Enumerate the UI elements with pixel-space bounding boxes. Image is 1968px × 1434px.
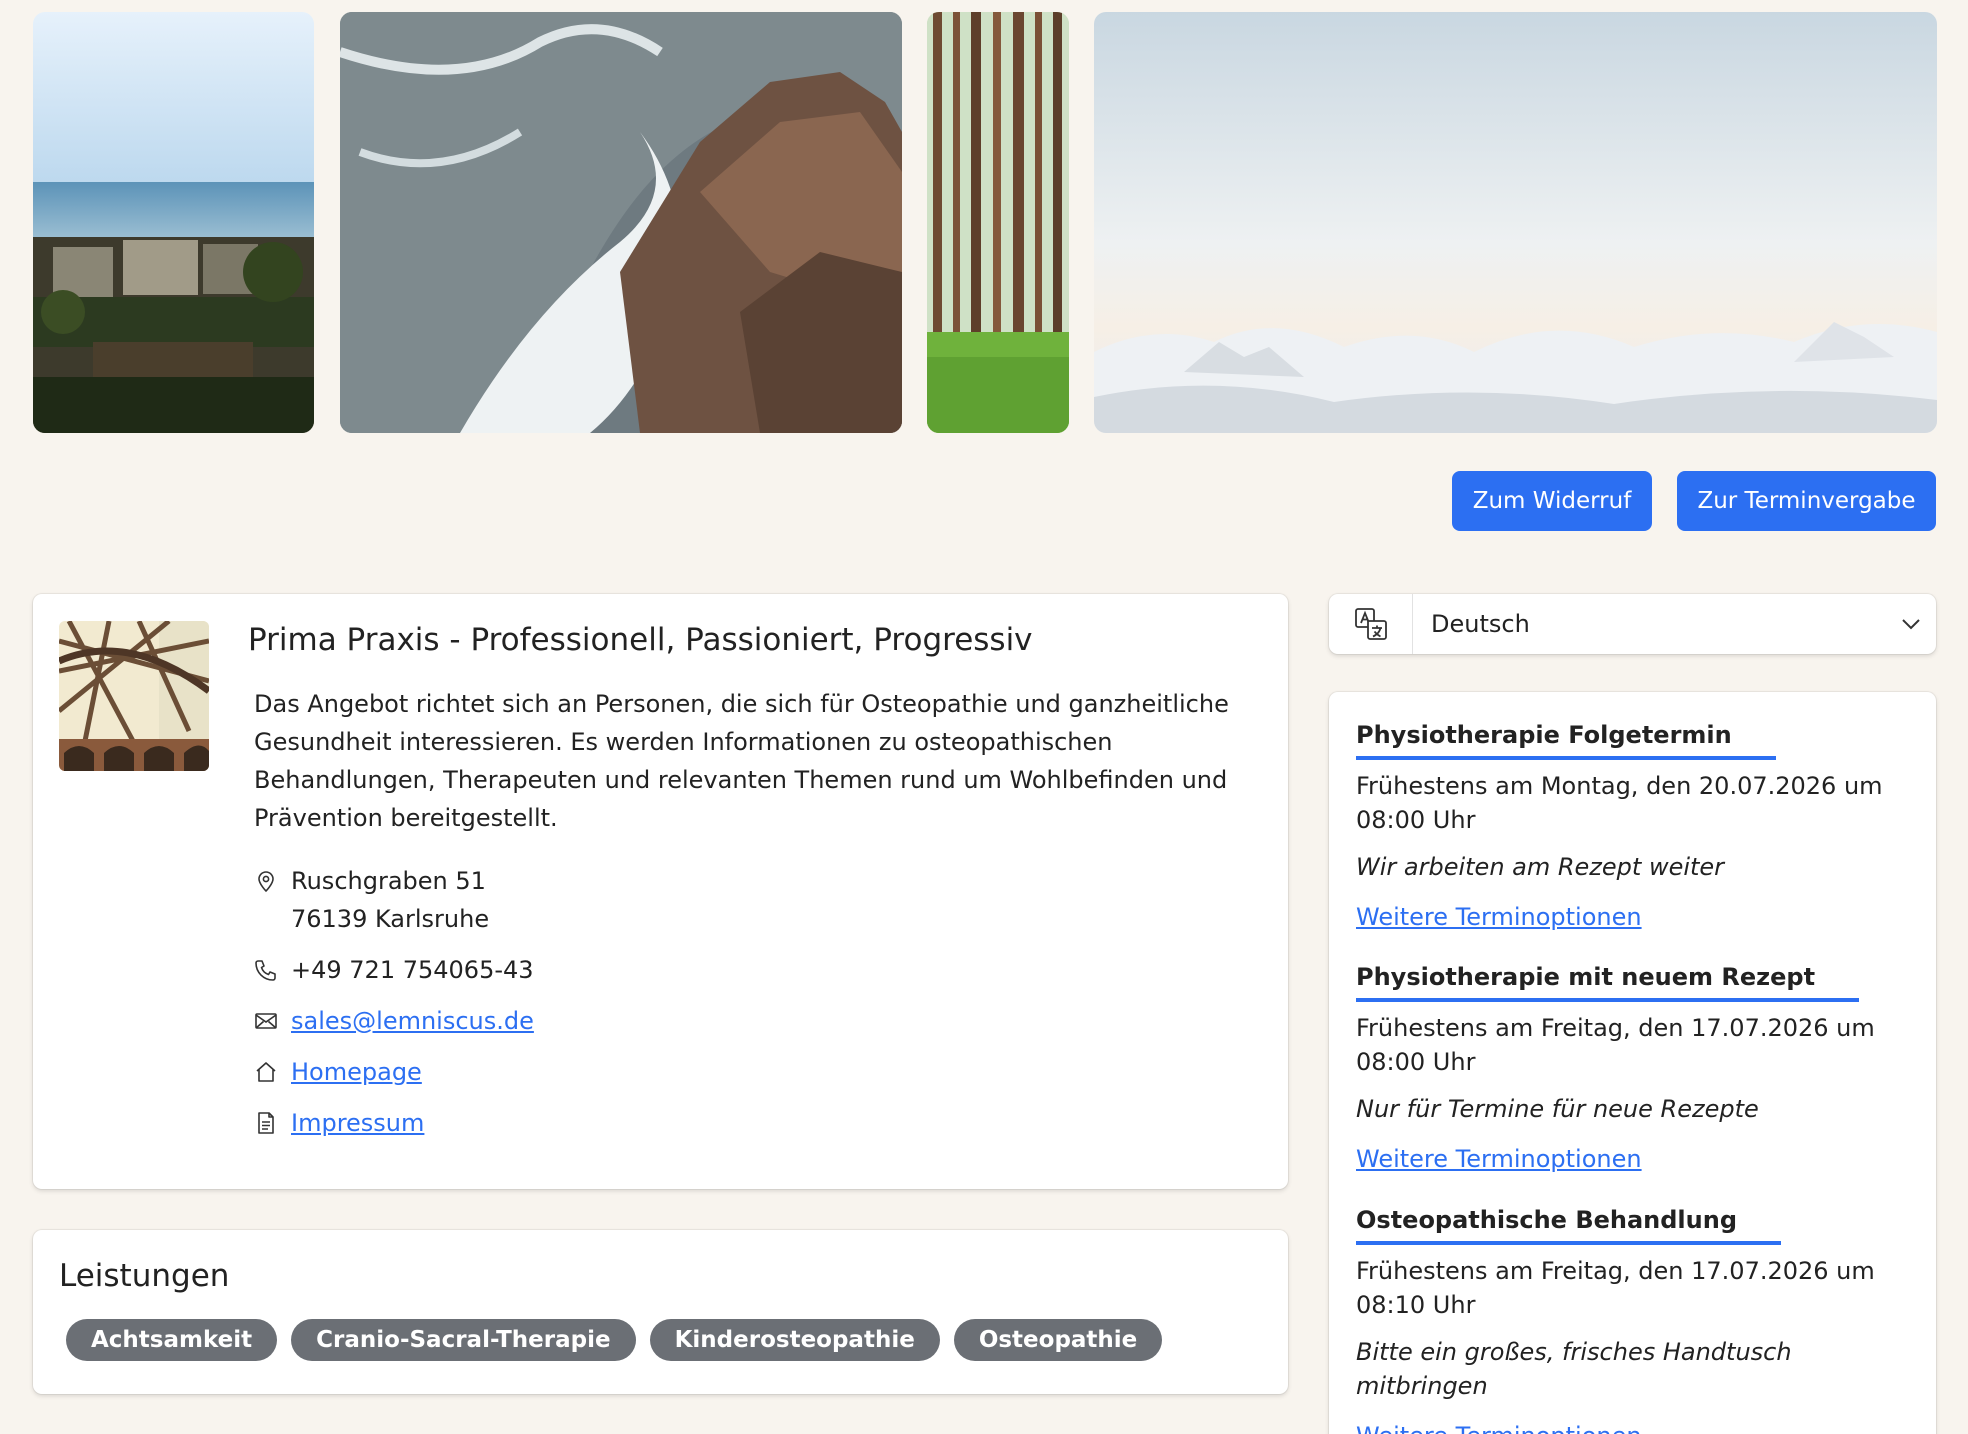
terminvergabe-button[interactable]: Zur Terminvergabe xyxy=(1677,471,1936,531)
home-icon xyxy=(254,1053,291,1091)
appointment-title: Osteopathische Behandlung xyxy=(1356,1204,1782,1245)
appointment-item: Osteopathische Behandlung Frühestens am … xyxy=(1356,1204,1911,1434)
phone-icon xyxy=(254,951,291,989)
mail-icon xyxy=(254,1002,291,1040)
appointment-note: Wir arbeiten am Rezept weiter xyxy=(1356,853,1725,881)
homepage-row: Homepage xyxy=(254,1053,422,1091)
location-pin-icon xyxy=(254,862,291,900)
appointment-title: Physiotherapie mit neuem Rezept xyxy=(1356,961,1860,1002)
language-select[interactable]: Deutsch xyxy=(1329,594,1936,654)
forest-photo xyxy=(927,12,1069,433)
coast-photo xyxy=(33,12,314,433)
practice-title: Prima Praxis - Professionell, Passionier… xyxy=(248,622,1033,658)
services-title: Leistungen xyxy=(59,1258,230,1294)
appointment-note: Bitte ein großes, frisches Handtusch mit… xyxy=(1356,1338,1792,1400)
document-icon xyxy=(254,1104,291,1142)
imprint-row: Impressum xyxy=(254,1104,424,1142)
service-tag: Kinderosteopathie xyxy=(649,1319,940,1361)
email-row: sales@lemniscus.de xyxy=(254,1002,534,1040)
more-appointment-options-link[interactable]: Weitere Terminoptionen xyxy=(1356,1419,1642,1434)
widerruf-button[interactable]: Zum Widerruf xyxy=(1452,471,1652,531)
appointment-earliest-date: Frühestens am Montag, den 20.07.2026 um … xyxy=(1356,772,1883,834)
more-appointment-options-link[interactable]: Weitere Terminoptionen xyxy=(1356,1142,1642,1176)
address-row: Ruschgraben 51 76139 Karlsruhe xyxy=(254,862,489,938)
translate-icon xyxy=(1329,594,1413,654)
address-street: Ruschgraben 51 xyxy=(291,867,486,895)
appointment-title: Physiotherapie Folgetermin xyxy=(1356,719,1776,760)
practice-card: Prima Praxis - Professionell, Passionier… xyxy=(33,594,1288,1189)
appointment-note: Nur für Termine für neue Rezepte xyxy=(1356,1095,1759,1123)
phone-row: +49 721 754065-43 xyxy=(254,951,534,989)
appointment-item: Physiotherapie Folgetermin Frühestens am… xyxy=(1356,719,1911,934)
language-selected-value: Deutsch xyxy=(1431,610,1530,638)
appointments-card: Physiotherapie Folgetermin Frühestens am… xyxy=(1329,692,1936,1434)
clouds-photo xyxy=(1094,12,1937,433)
address-city: 76139 Karlsruhe xyxy=(291,905,490,933)
appointment-earliest-date: Frühestens am Freitag, den 17.07.2026 um… xyxy=(1356,1257,1875,1319)
imprint-link[interactable]: Impressum xyxy=(291,1104,424,1142)
email-link[interactable]: sales@lemniscus.de xyxy=(291,1002,534,1040)
practice-description: Das Angebot richtet sich an Personen, di… xyxy=(254,690,1229,832)
homepage-link[interactable]: Homepage xyxy=(291,1053,422,1091)
service-tag: Cranio-Sacral-Therapie xyxy=(291,1319,636,1361)
more-appointment-options-link[interactable]: Weitere Terminoptionen xyxy=(1356,900,1642,934)
service-tag: Achtsamkeit xyxy=(66,1319,278,1361)
services-card: Leistungen Achtsamkeit Cranio-Sacral-The… xyxy=(33,1230,1288,1394)
practice-page: Zum Widerruf Zur Terminvergabe Prima Pra… xyxy=(0,0,1968,1434)
phone-number[interactable]: +49 721 754065-43 xyxy=(291,951,534,989)
service-tag: Osteopathie xyxy=(953,1319,1163,1361)
chevron-down-icon xyxy=(1886,594,1936,654)
appointment-item: Physiotherapie mit neuem Rezept Früheste… xyxy=(1356,961,1911,1176)
services-tag-list: Achtsamkeit Cranio-Sacral-Therapie Kinde… xyxy=(66,1319,1163,1361)
appointment-earliest-date: Frühestens am Freitag, den 17.07.2026 um… xyxy=(1356,1014,1875,1076)
practice-logo xyxy=(59,621,209,771)
waves-rock-photo xyxy=(340,12,902,433)
